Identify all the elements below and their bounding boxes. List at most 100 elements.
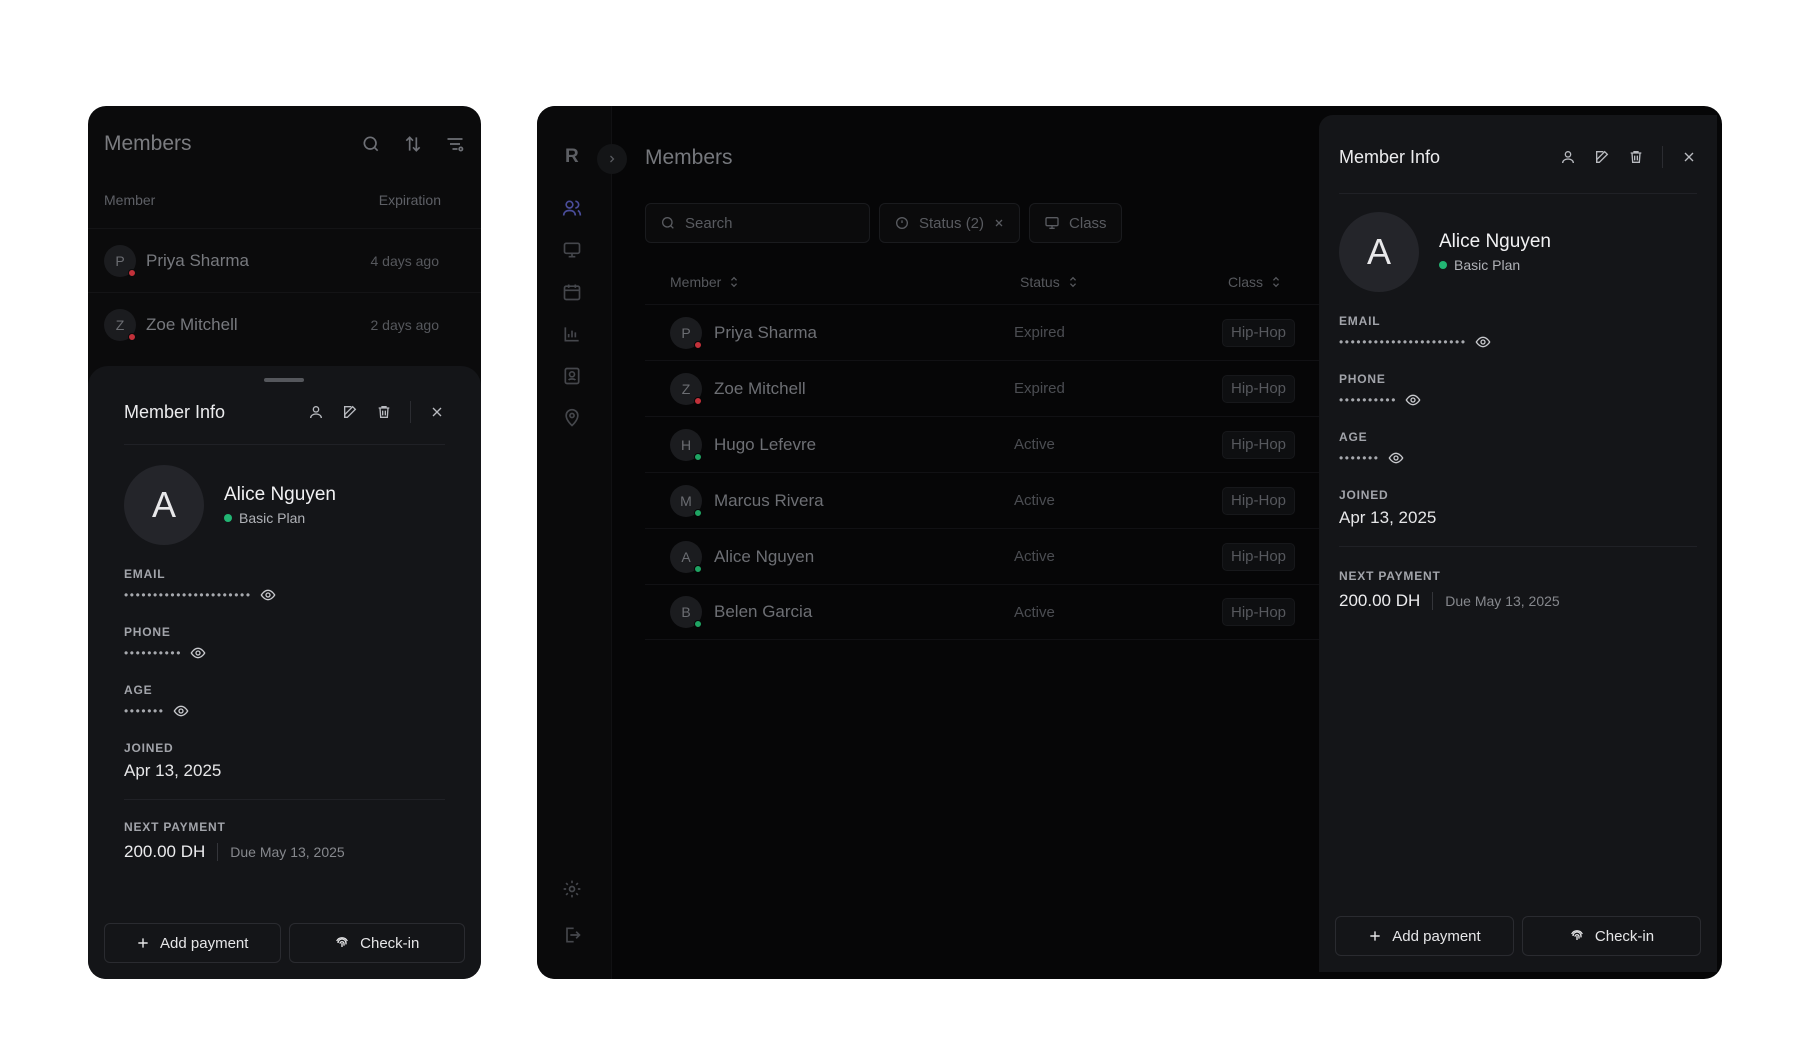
users-icon[interactable]: [562, 198, 582, 218]
eye-icon[interactable]: [260, 587, 276, 603]
member-info-sheet: Member Info A Alice Nguyen Basic Plan EM…: [88, 366, 481, 979]
check-in-button[interactable]: Check-in: [1522, 916, 1701, 956]
next-payment-field: NEXT PAYMENT 200.00 DH Due May 13, 2025: [124, 820, 445, 862]
eye-icon[interactable]: [1405, 392, 1421, 408]
email-masked: ••••••••••••••••••••••: [1339, 335, 1467, 349]
email-field: EMAIL ••••••••••••••••••••••: [124, 567, 445, 603]
member-list: P Priya Sharma 4 days ago Z Zoe Mitchell…: [88, 228, 481, 356]
joined-field: JOINED Apr 13, 2025: [124, 741, 445, 781]
trash-icon[interactable]: [376, 404, 392, 420]
class-badge: Hip-Hop: [1222, 430, 1296, 459]
column-status[interactable]: Status: [1020, 274, 1228, 290]
search-icon: [660, 215, 676, 231]
toolbar-divider: [1662, 146, 1663, 168]
expiration: 4 days ago: [370, 252, 440, 269]
section-divider: [124, 799, 445, 800]
fingerprint-icon: [334, 935, 350, 951]
user-icon[interactable]: [308, 404, 324, 420]
app-logo[interactable]: R: [565, 146, 579, 168]
trash-icon[interactable]: [1628, 149, 1644, 165]
check-in-button[interactable]: Check-in: [288, 923, 465, 963]
eye-icon[interactable]: [190, 645, 206, 661]
table-header: Member Expiration: [104, 192, 441, 208]
monitor-icon: [1044, 215, 1060, 231]
user-icon[interactable]: [1560, 149, 1576, 165]
avatar-initial: H: [680, 436, 692, 453]
member-name: Priya Sharma: [146, 250, 249, 270]
joined-value: Apr 13, 2025: [124, 761, 222, 780]
eye-icon[interactable]: [1388, 450, 1404, 466]
sort-icon: [1068, 276, 1078, 288]
table-row[interactable]: P Priya Sharma 4 days ago: [88, 228, 481, 292]
close-icon[interactable]: [429, 404, 445, 420]
payment-amount: 200.00 DH: [124, 842, 206, 861]
close-icon[interactable]: [1681, 149, 1697, 165]
calendar-icon[interactable]: [562, 282, 582, 302]
plan-label: Basic Plan: [1454, 257, 1521, 273]
phone-field: PHONE ••••••••••: [1339, 372, 1697, 408]
sheet-actions: Add payment Check-in: [104, 923, 465, 963]
phone-field: PHONE ••••••••••: [124, 625, 445, 661]
column-class[interactable]: Class: [1228, 274, 1281, 290]
table-row[interactable]: Z Zoe Mitchell 2 days ago: [88, 292, 481, 356]
member-name: Belen Garcia: [714, 602, 813, 621]
status-filter-chip[interactable]: Status (2): [879, 203, 1021, 243]
page-title: Members: [645, 146, 733, 169]
monitor-icon[interactable]: [562, 240, 582, 260]
avatar: B: [670, 596, 702, 628]
email-label: EMAIL: [1339, 314, 1381, 328]
plan-status-dot: [1439, 261, 1447, 269]
age-masked: •••••••: [1339, 451, 1380, 465]
chevron-right-icon: [606, 153, 618, 165]
edit-icon[interactable]: [342, 404, 358, 420]
column-member[interactable]: Member: [104, 192, 155, 208]
header-divider: [1339, 193, 1697, 194]
add-payment-button[interactable]: Add payment: [1335, 916, 1514, 956]
status-filter-label: Status (2): [919, 214, 985, 232]
add-payment-label: Add payment: [160, 934, 249, 952]
chart-icon[interactable]: [562, 324, 582, 344]
joined-label: JOINED: [1339, 488, 1389, 502]
avatar-initial: Z: [681, 380, 691, 397]
search-icon[interactable]: [361, 134, 381, 154]
age-masked: •••••••: [124, 704, 165, 718]
mobile-view: Members Member Expiration P Priya Sharma…: [88, 106, 481, 979]
sort-icon: [729, 276, 739, 288]
plan-label: Basic Plan: [239, 510, 306, 526]
class-filter-label: Class: [1069, 214, 1107, 232]
add-payment-label: Add payment: [1392, 927, 1481, 945]
member-profile: A Alice Nguyen Basic Plan: [124, 465, 445, 545]
column-member[interactable]: Member: [670, 274, 1020, 290]
avatar: M: [670, 484, 702, 517]
class-filter-chip[interactable]: Class: [1029, 203, 1122, 243]
drag-handle[interactable]: [264, 378, 304, 382]
plan-badge: Basic Plan: [1439, 257, 1551, 273]
close-icon[interactable]: [993, 217, 1005, 229]
class-badge: Hip-Hop: [1222, 374, 1296, 403]
member-name: Alice Nguyen: [714, 546, 815, 566]
contact-icon[interactable]: [562, 366, 582, 386]
sort-icon[interactable]: [403, 134, 423, 154]
edit-icon[interactable]: [1594, 149, 1610, 165]
class-badge: Hip-Hop: [1222, 318, 1296, 347]
filter-icon[interactable]: [445, 134, 465, 154]
add-payment-button[interactable]: Add payment: [104, 923, 281, 963]
status-dot: [694, 452, 702, 461]
phone-masked: ••••••••••: [124, 646, 183, 660]
avatar-initial: P: [115, 252, 125, 269]
toolbar-divider: [410, 401, 411, 423]
eye-icon[interactable]: [1475, 334, 1491, 350]
search-input[interactable]: Search: [645, 203, 870, 243]
eye-icon[interactable]: [173, 703, 189, 719]
member-info-header: Member Info: [124, 392, 445, 432]
header-divider: [124, 444, 445, 445]
sidebar-toggle[interactable]: [597, 144, 627, 174]
avatar: Z: [670, 372, 702, 405]
column-expiration[interactable]: Expiration: [379, 192, 441, 208]
class-badge: Hip-Hop: [1222, 598, 1296, 626]
logout-icon[interactable]: [562, 925, 582, 945]
member-info-title: Member Info: [1339, 146, 1441, 167]
settings-icon[interactable]: [562, 879, 582, 899]
location-icon[interactable]: [562, 408, 582, 428]
status-dot: [694, 620, 702, 628]
